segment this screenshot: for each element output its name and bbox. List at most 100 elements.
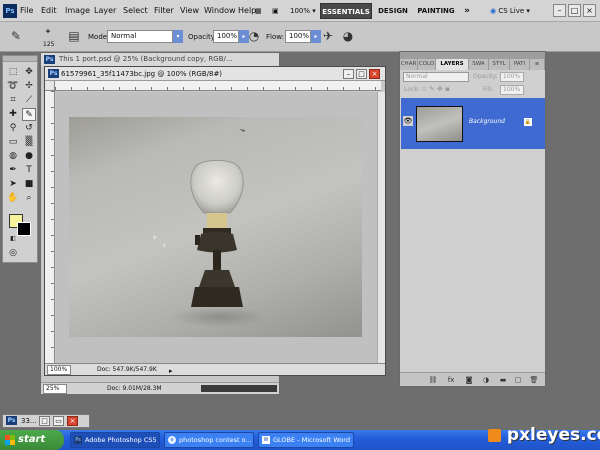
link-layers-icon[interactable]: ⛓ <box>428 375 438 385</box>
blur-tool-icon[interactable]: ◍ <box>6 150 20 163</box>
bridge-icon[interactable]: ▦ <box>255 4 262 18</box>
default-colors-icon[interactable]: ◧ <box>6 232 20 245</box>
more-workspaces-button[interactable]: » <box>460 3 474 19</box>
brush-tool-icon[interactable]: ✎ <box>8 28 24 44</box>
menu-view[interactable]: View <box>180 6 199 15</box>
menu-edit[interactable]: Edit <box>41 6 57 15</box>
tab-styles[interactable]: STYL <box>489 59 510 70</box>
cs-live-button[interactable]: ◉ CS Live ▾ <box>490 4 530 18</box>
airbrush-icon[interactable]: ✈ <box>320 28 336 44</box>
blend-mode-select[interactable]: Normal <box>403 72 469 82</box>
mode-select[interactable]: Normal <box>107 30 173 43</box>
menu-image[interactable]: Image <box>65 6 90 15</box>
ruler-origin[interactable] <box>45 81 55 91</box>
brush-preset-icon[interactable]: ✦ <box>40 24 56 40</box>
menu-help[interactable]: Help <box>238 6 256 15</box>
opacity-input[interactable]: 100% <box>213 30 239 43</box>
document-front-info: Doc: 547.9K/547.9K <box>97 366 157 373</box>
tab-color[interactable]: COLO <box>418 59 436 70</box>
minimized-document[interactable]: Ps 33... □ ▭ × <box>2 414 90 428</box>
marquee-tool-icon[interactable]: ⬚ <box>6 66 20 79</box>
move-tool-icon[interactable]: ✥ <box>22 66 36 79</box>
panel-grip[interactable] <box>400 52 545 59</box>
adjustment-layer-icon[interactable]: ◑ <box>481 375 491 385</box>
vertical-scrollbar[interactable] <box>377 92 385 363</box>
minibridge-icon[interactable]: ▣ <box>272 4 279 18</box>
hand-tool-icon[interactable]: ✋ <box>6 192 20 205</box>
task-photoshop[interactable]: Ps Adobe Photoshop CS5 <box>70 432 160 448</box>
workspace-essentials[interactable]: ESSENTIALS <box>320 3 372 19</box>
gradient-tool-icon[interactable]: ▒ <box>22 136 36 149</box>
fill-input[interactable]: 100% <box>500 85 524 95</box>
delete-layer-icon[interactable]: 🗑 <box>529 375 539 385</box>
layer-lock-icon: 🔒 <box>524 118 532 126</box>
fx-icon[interactable]: fx <box>446 375 456 385</box>
minimized-title: 33... <box>21 417 37 425</box>
tab-swatches[interactable]: SWA <box>469 59 489 70</box>
brush-panel-icon[interactable]: ▤ <box>66 28 82 44</box>
pressure-size-icon[interactable]: ◕ <box>340 28 356 44</box>
start-button[interactable]: start <box>0 430 64 450</box>
history-brush-tool-icon[interactable]: ↺ <box>22 122 36 135</box>
menu-window[interactable]: Window <box>204 6 236 15</box>
eraser-tool-icon[interactable]: ▭ <box>6 136 20 149</box>
menu-file[interactable]: File <box>20 6 33 15</box>
add-mask-icon[interactable]: ◙ <box>464 375 474 385</box>
status-menu-arrow-icon[interactable]: ▸ <box>169 365 173 377</box>
clone-stamp-tool-icon[interactable]: ⚲ <box>6 122 20 135</box>
new-layer-icon[interactable]: ▢ <box>513 375 523 385</box>
zoom-tool-icon[interactable]: ⌕ <box>22 192 36 205</box>
document-front-zoom[interactable]: 100% <box>47 365 71 375</box>
tools-panel-grip[interactable] <box>3 56 37 62</box>
healing-brush-tool-icon[interactable]: ✚ <box>6 108 20 121</box>
mode-dropdown-icon[interactable]: ▾ <box>173 30 183 43</box>
menu-filter[interactable]: Filter <box>154 6 174 15</box>
task-browser[interactable]: e photoshop contest o... <box>164 432 254 448</box>
lock-icons[interactable]: ▫ ✎ ✥ ▪ <box>422 85 450 93</box>
tab-character[interactable]: CHAR <box>400 59 418 70</box>
type-tool-icon[interactable]: T <box>22 164 36 177</box>
menu-layer[interactable]: Layer <box>94 6 116 15</box>
brush-tool-button-icon[interactable]: ✎ <box>22 108 36 121</box>
layer-row-background[interactable]: 👁 Background 🔒 <box>401 98 545 149</box>
dodge-tool-icon[interactable]: ● <box>22 150 36 163</box>
workspace-design[interactable]: DESIGN <box>375 3 411 19</box>
panel-menu-icon[interactable]: ≡ <box>530 59 545 70</box>
eyedropper-tool-icon[interactable]: ⟋ <box>22 94 36 107</box>
new-group-icon[interactable]: ▬ <box>498 375 508 385</box>
document-front-title-bar[interactable]: Ps 61579961_35f11473bc.jpg @ 100% (RGB/8… <box>45 67 385 81</box>
minimize-button[interactable]: – <box>553 4 566 17</box>
tab-layers[interactable]: LAYERS <box>436 59 469 70</box>
quick-select-tool-icon[interactable]: ✢ <box>22 80 36 93</box>
minimized-maximize-button[interactable]: ▭ <box>53 416 64 426</box>
menu-select[interactable]: Select <box>123 6 148 15</box>
document-minimize-button[interactable]: – <box>343 69 354 79</box>
layers-opacity-input[interactable]: 100% <box>500 72 524 82</box>
workspace-painting[interactable]: PAINTING <box>414 3 458 19</box>
document-back-scrollbar[interactable] <box>201 385 277 392</box>
document-close-button[interactable]: × <box>369 69 380 79</box>
visibility-eye-icon[interactable]: 👁 <box>403 116 413 126</box>
lasso-tool-icon[interactable]: ➰ <box>6 80 20 93</box>
task-word[interactable]: W GLOBE - Microsoft Word <box>258 432 354 448</box>
horizontal-ruler[interactable] <box>55 81 381 91</box>
maximize-button[interactable]: □ <box>568 4 581 17</box>
tab-paths[interactable]: PATI <box>510 59 530 70</box>
pressure-opacity-icon[interactable]: ◔ <box>246 28 262 44</box>
crop-tool-icon[interactable]: ⌗ <box>6 94 20 107</box>
document-back-title-bar[interactable]: Ps This 1 port.psd @ 25% (Background cop… <box>41 53 279 66</box>
quick-mask-icon[interactable]: ◎ <box>6 247 20 260</box>
photoshop-doc-icon: Ps <box>48 69 59 78</box>
minimized-restore-button[interactable]: □ <box>39 416 50 426</box>
path-select-tool-icon[interactable]: ➤ <box>6 178 20 191</box>
minimized-close-button[interactable]: × <box>67 416 78 426</box>
shape-tool-icon[interactable]: ■ <box>22 178 36 191</box>
close-button[interactable]: × <box>583 4 596 17</box>
document-restore-button[interactable]: □ <box>356 69 367 79</box>
flow-input[interactable]: 100% <box>285 30 311 43</box>
document-front-title: 61579961_35f11473bc.jpg @ 100% (RGB/8#) <box>61 70 223 78</box>
vertical-ruler[interactable] <box>45 91 55 363</box>
document-back-zoom[interactable]: 25% <box>43 384 67 394</box>
document-front-status-bar: 100% Doc: 547.9K/547.9K ▸ <box>45 363 385 375</box>
pen-tool-icon[interactable]: ✒ <box>6 164 20 177</box>
